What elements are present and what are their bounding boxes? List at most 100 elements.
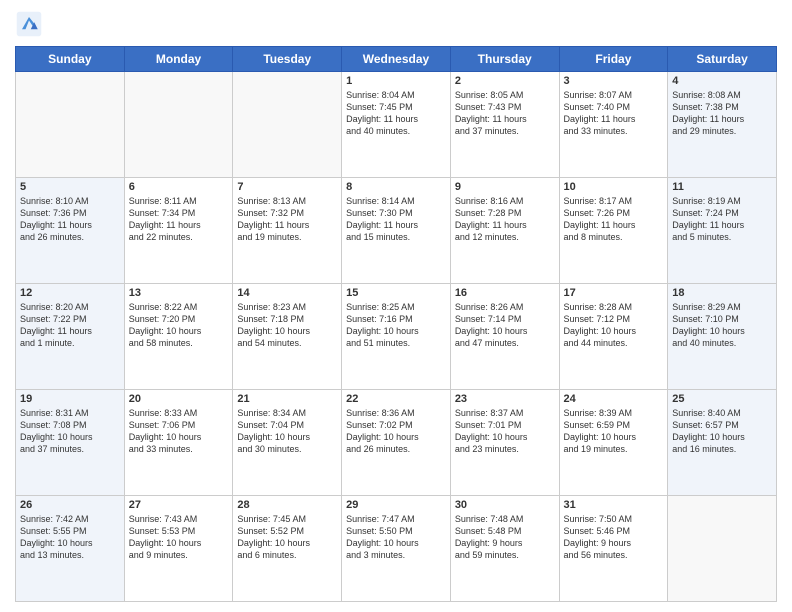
- cell-content: Sunrise: 8:36 AM Sunset: 7:02 PM Dayligh…: [346, 407, 446, 456]
- calendar-cell: 25 Sunrise: 8:40 AM Sunset: 6:57 PM Dayli…: [668, 390, 777, 496]
- calendar-cell: 5 Sunrise: 8:10 AM Sunset: 7:36 PM Daylig…: [16, 178, 125, 284]
- col-header-wednesday: Wednesday: [342, 47, 451, 72]
- cell-content: Sunrise: 7:42 AM Sunset: 5:55 PM Dayligh…: [20, 513, 120, 562]
- day-number: 6: [129, 181, 229, 193]
- day-number: 25: [672, 393, 772, 405]
- header-row: SundayMondayTuesdayWednesdayThursdayFrid…: [16, 47, 777, 72]
- calendar-cell: 13Sunrise: 8:22 AM Sunset: 7:20 PM Dayli…: [124, 284, 233, 390]
- calendar-cell: [233, 72, 342, 178]
- cell-content: Sunrise: 8:23 AM Sunset: 7:18 PM Dayligh…: [237, 301, 337, 350]
- cell-content: Sunrise: 7:45 AM Sunset: 5:52 PM Dayligh…: [237, 513, 337, 562]
- cell-content: Sunrise: 8:16 AM Sunset: 7:28 PM Dayligh…: [455, 195, 555, 244]
- day-number: 26: [20, 499, 120, 511]
- day-number: 17: [564, 287, 664, 299]
- day-number: 15: [346, 287, 446, 299]
- cell-content: Sunrise: 8:28 AM Sunset: 7:12 PM Dayligh…: [564, 301, 664, 350]
- cell-content: Sunrise: 8:40 AM Sunset: 6:57 PM Dayligh…: [672, 407, 772, 456]
- calendar-cell: [124, 72, 233, 178]
- cell-content: Sunrise: 8:14 AM Sunset: 7:30 PM Dayligh…: [346, 195, 446, 244]
- calendar-cell: 17 Sunrise: 8:28 AM Sunset: 7:12 PM Dayli…: [559, 284, 668, 390]
- day-number: 4: [672, 75, 772, 87]
- cell-content: Sunrise: 8:19 AM Sunset: 7:24 PM Dayligh…: [672, 195, 772, 244]
- day-number: 18: [672, 287, 772, 299]
- calendar-cell: 6 Sunrise: 8:11 AM Sunset: 7:34 PM Daylig…: [124, 178, 233, 284]
- calendar-cell: 24 Sunrise: 8:39 AM Sunset: 6:59 PM Dayli…: [559, 390, 668, 496]
- col-header-friday: Friday: [559, 47, 668, 72]
- day-number: 11: [672, 181, 772, 193]
- day-number: 31: [564, 499, 664, 511]
- week-row-2: 12 Sunrise: 8:20 AM Sunset: 7:22 PM Dayli…: [16, 284, 777, 390]
- calendar-cell: 7Sunrise: 8:13 AM Sunset: 7:32 PM Daylig…: [233, 178, 342, 284]
- day-number: 23: [455, 393, 555, 405]
- cell-content: Sunrise: 7:43 AM Sunset: 5:53 PM Dayligh…: [129, 513, 229, 562]
- day-number: 8: [346, 181, 446, 193]
- cell-content: Sunrise: 8:31 AM Sunset: 7:08 PM Dayligh…: [20, 407, 120, 456]
- cell-content: Sunrise: 7:47 AM Sunset: 5:50 PM Dayligh…: [346, 513, 446, 562]
- cell-content: Sunrise: 8:29 AM Sunset: 7:10 PM Dayligh…: [672, 301, 772, 350]
- calendar-cell: 30 Sunrise: 7:48 AM Sunset: 5:48 PM Dayli…: [450, 496, 559, 602]
- calendar-cell: 4 Sunrise: 8:08 AM Sunset: 7:38 PM Daylig…: [668, 72, 777, 178]
- week-row-0: 1 Sunrise: 8:04 AM Sunset: 7:45 PM Daylig…: [16, 72, 777, 178]
- day-number: 21: [237, 393, 337, 405]
- cell-content: Sunrise: 8:13 AM Sunset: 7:32 PM Dayligh…: [237, 195, 337, 244]
- calendar-cell: 16Sunrise: 8:26 AM Sunset: 7:14 PM Dayli…: [450, 284, 559, 390]
- day-number: 19: [20, 393, 120, 405]
- calendar-cell: 9 Sunrise: 8:16 AM Sunset: 7:28 PM Daylig…: [450, 178, 559, 284]
- col-header-monday: Monday: [124, 47, 233, 72]
- calendar-cell: 15Sunrise: 8:25 AM Sunset: 7:16 PM Dayli…: [342, 284, 451, 390]
- header: [15, 10, 777, 38]
- day-number: 24: [564, 393, 664, 405]
- calendar-cell: 12 Sunrise: 8:20 AM Sunset: 7:22 PM Dayli…: [16, 284, 125, 390]
- week-row-4: 26 Sunrise: 7:42 AM Sunset: 5:55 PM Dayli…: [16, 496, 777, 602]
- logo-icon: [15, 10, 43, 38]
- calendar-cell: 8 Sunrise: 8:14 AM Sunset: 7:30 PM Daylig…: [342, 178, 451, 284]
- day-number: 16: [455, 287, 555, 299]
- day-number: 12: [20, 287, 120, 299]
- cell-content: Sunrise: 7:50 AM Sunset: 5:46 PM Dayligh…: [564, 513, 664, 562]
- cell-content: Sunrise: 8:37 AM Sunset: 7:01 PM Dayligh…: [455, 407, 555, 456]
- day-number: 2: [455, 75, 555, 87]
- day-number: 1: [346, 75, 446, 87]
- cell-content: Sunrise: 8:05 AM Sunset: 7:43 PM Dayligh…: [455, 89, 555, 138]
- cell-content: Sunrise: 8:33 AM Sunset: 7:06 PM Dayligh…: [129, 407, 229, 456]
- cell-content: Sunrise: 8:08 AM Sunset: 7:38 PM Dayligh…: [672, 89, 772, 138]
- cell-content: Sunrise: 7:48 AM Sunset: 5:48 PM Dayligh…: [455, 513, 555, 562]
- cell-content: Sunrise: 8:10 AM Sunset: 7:36 PM Dayligh…: [20, 195, 120, 244]
- cell-content: Sunrise: 8:11 AM Sunset: 7:34 PM Dayligh…: [129, 195, 229, 244]
- cell-content: Sunrise: 8:04 AM Sunset: 7:45 PM Dayligh…: [346, 89, 446, 138]
- cell-content: Sunrise: 8:20 AM Sunset: 7:22 PM Dayligh…: [20, 301, 120, 350]
- calendar-cell: 23 Sunrise: 8:37 AM Sunset: 7:01 PM Dayli…: [450, 390, 559, 496]
- col-header-sunday: Sunday: [16, 47, 125, 72]
- logo: [15, 10, 45, 38]
- week-row-3: 19 Sunrise: 8:31 AM Sunset: 7:08 PM Dayli…: [16, 390, 777, 496]
- day-number: 20: [129, 393, 229, 405]
- day-number: 28: [237, 499, 337, 511]
- cell-content: Sunrise: 8:39 AM Sunset: 6:59 PM Dayligh…: [564, 407, 664, 456]
- calendar-cell: 3 Sunrise: 8:07 AM Sunset: 7:40 PM Daylig…: [559, 72, 668, 178]
- day-number: 14: [237, 287, 337, 299]
- calendar-cell: 27 Sunrise: 7:43 AM Sunset: 5:53 PM Dayli…: [124, 496, 233, 602]
- calendar-cell: [668, 496, 777, 602]
- day-number: 27: [129, 499, 229, 511]
- col-header-saturday: Saturday: [668, 47, 777, 72]
- calendar-cell: 28 Sunrise: 7:45 AM Sunset: 5:52 PM Dayli…: [233, 496, 342, 602]
- calendar-cell: 19 Sunrise: 8:31 AM Sunset: 7:08 PM Dayli…: [16, 390, 125, 496]
- page: SundayMondayTuesdayWednesdayThursdayFrid…: [0, 0, 792, 612]
- day-number: 3: [564, 75, 664, 87]
- col-header-thursday: Thursday: [450, 47, 559, 72]
- calendar-cell: 20 Sunrise: 8:33 AM Sunset: 7:06 PM Dayli…: [124, 390, 233, 496]
- calendar-cell: 29 Sunrise: 7:47 AM Sunset: 5:50 PM Dayli…: [342, 496, 451, 602]
- cell-content: Sunrise: 8:34 AM Sunset: 7:04 PM Dayligh…: [237, 407, 337, 456]
- day-number: 5: [20, 181, 120, 193]
- calendar-cell: 1 Sunrise: 8:04 AM Sunset: 7:45 PM Daylig…: [342, 72, 451, 178]
- col-header-tuesday: Tuesday: [233, 47, 342, 72]
- day-number: 29: [346, 499, 446, 511]
- calendar-cell: [16, 72, 125, 178]
- calendar-cell: 10Sunrise: 8:17 AM Sunset: 7:26 PM Dayli…: [559, 178, 668, 284]
- day-number: 9: [455, 181, 555, 193]
- calendar-cell: 26 Sunrise: 7:42 AM Sunset: 5:55 PM Dayli…: [16, 496, 125, 602]
- calendar-cell: 31 Sunrise: 7:50 AM Sunset: 5:46 PM Dayli…: [559, 496, 668, 602]
- day-number: 30: [455, 499, 555, 511]
- cell-content: Sunrise: 8:07 AM Sunset: 7:40 PM Dayligh…: [564, 89, 664, 138]
- day-number: 10: [564, 181, 664, 193]
